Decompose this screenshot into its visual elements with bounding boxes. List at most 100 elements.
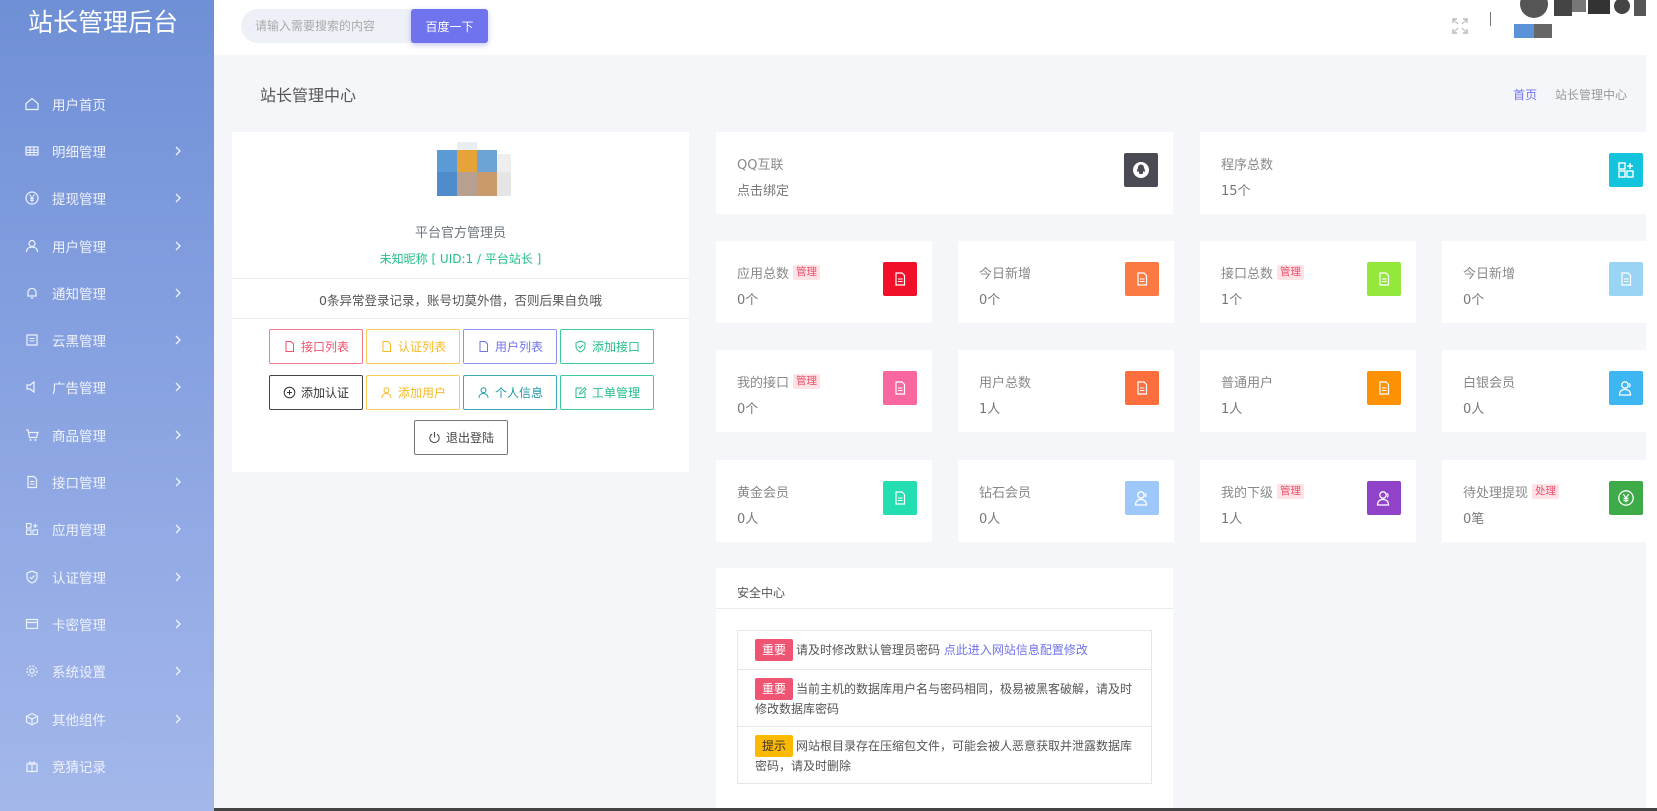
stat-value: 15个: [1221, 184, 1251, 199]
stat-card-withdraw[interactable]: 待处理提现 处理 0笔: [1442, 460, 1646, 542]
stat-title-text: 普通用户: [1221, 376, 1274, 391]
stat-card-today-new[interactable]: 今日新增 0个: [1442, 241, 1646, 323]
stat-value[interactable]: 点击绑定: [737, 180, 789, 199]
sidebar-item-auth[interactable]: 认证管理: [0, 553, 214, 600]
stat-card-qq[interactable]: QQ互联 点击绑定: [716, 132, 1173, 214]
user-avatar[interactable]: [1514, 0, 1657, 38]
stat-value: 0人: [1463, 402, 1485, 417]
user-icon: [478, 387, 489, 399]
document-icon: [883, 371, 917, 405]
stat-value: 0人: [737, 512, 759, 527]
stat-value: 0个: [979, 293, 1001, 308]
logout-button[interactable]: 退出登陆: [414, 420, 508, 455]
sidebar-nav: 用户首页 明细管理 提现管理 用户管理 通知管理 云黑管理 广告管理 商品管理 …: [0, 80, 214, 789]
api-list-button[interactable]: 接口列表: [269, 329, 363, 364]
divider: [716, 608, 1173, 609]
sidebar-item-notify[interactable]: 通知管理: [0, 269, 214, 316]
scrollbar[interactable]: [1646, 0, 1657, 811]
stat-card-silver[interactable]: 白银会员 0人: [1442, 350, 1646, 432]
breadcrumb-home-link[interactable]: 首页: [1513, 88, 1537, 102]
fullscreen-icon[interactable]: [1450, 16, 1470, 36]
stat-title-text: 接口总数: [1221, 267, 1274, 282]
security-list: 重要 请及时修改默认管理员密码 点此进入网站信息配置修改 重要 当前主机的数据库用户…: [737, 630, 1152, 784]
sidebar-item-details[interactable]: 明细管理: [0, 127, 214, 174]
stat-card-apis[interactable]: 接口总数 管理 1个: [1200, 241, 1416, 323]
stat-value: 0个: [737, 402, 759, 417]
auth-list-button[interactable]: 认证列表: [366, 329, 460, 364]
stat-card-programs[interactable]: 程序总数 15个: [1200, 132, 1646, 214]
manage-badge[interactable]: 管理: [1277, 265, 1305, 280]
sidebar-item-label: 广告管理: [52, 381, 106, 398]
plus-circle-icon: [283, 386, 296, 399]
stat-value: 0人: [979, 512, 1001, 527]
search-button[interactable]: 百度一下: [411, 9, 488, 43]
document-icon: [285, 341, 294, 352]
sidebar-item-settings[interactable]: 系统设置: [0, 648, 214, 695]
profile-name: 平台官方管理员: [414, 226, 506, 241]
sidebar-item-components[interactable]: 其他组件: [0, 695, 214, 742]
button-label: 工单管理: [591, 386, 640, 400]
stat-title-text: 程序总数: [1221, 158, 1274, 173]
sidebar-item-api[interactable]: 接口管理: [0, 458, 214, 505]
security-text: 网站根目录存在压缩包文件，可能会被人恶意获取并泄露数据库密码，请及时删除: [755, 739, 1133, 773]
add-api-button[interactable]: 添加接口: [560, 329, 654, 364]
stat-card-subordinates[interactable]: 我的下级 管理 1人: [1200, 460, 1416, 542]
chevron-right-icon: [172, 713, 184, 725]
list-icon: [24, 143, 40, 159]
ticket-manage-button[interactable]: 工单管理: [560, 375, 654, 410]
sidebar-item-home[interactable]: 用户首页: [0, 80, 214, 127]
stat-card-apps[interactable]: 应用总数 管理 0个: [716, 241, 932, 323]
site-config-link[interactable]: 点此进入网站信息配置修改: [944, 643, 1088, 657]
stat-card-today-new[interactable]: 今日新增 0个: [958, 241, 1174, 323]
stat-title: 用户总数: [979, 372, 1031, 391]
sidebar-item-users[interactable]: 用户管理: [0, 222, 214, 269]
add-auth-button[interactable]: 添加认证: [269, 375, 363, 410]
qq-icon: [1124, 153, 1158, 187]
button-label: 添加认证: [300, 386, 349, 400]
process-badge[interactable]: 处理: [1532, 484, 1560, 499]
stat-title: 今日新增: [979, 263, 1031, 282]
stat-card-my-apis[interactable]: 我的接口 管理 0个: [716, 350, 932, 432]
document-icon: [1125, 262, 1159, 296]
document-icon: [479, 341, 488, 352]
home-icon: [24, 96, 40, 112]
sidebar-item-products[interactable]: 商品管理: [0, 411, 214, 458]
stat-card-total-users[interactable]: 用户总数 1人: [958, 350, 1174, 432]
sidebar-item-guess[interactable]: 竞猜记录: [0, 742, 214, 789]
sidebar-item-label: 明细管理: [52, 144, 106, 161]
stat-value: 1人: [1221, 512, 1243, 527]
stat-card-normal-users[interactable]: 普通用户 1人: [1200, 350, 1416, 432]
manage-badge[interactable]: 管理: [793, 265, 821, 280]
stat-title: 接口总数 管理: [1221, 263, 1305, 282]
stat-card-gold[interactable]: 黄金会员 0人: [716, 460, 932, 542]
brand-title: 站长管理后台: [28, 8, 179, 37]
sidebar-item-withdraw[interactable]: 提现管理: [0, 175, 214, 222]
manage-badge[interactable]: 管理: [793, 374, 821, 389]
button-label: 用户列表: [494, 340, 543, 354]
stat-title: 普通用户: [1221, 372, 1273, 391]
manage-badge[interactable]: 管理: [1277, 484, 1305, 499]
sidebar-item-label: 用户管理: [52, 239, 106, 256]
chevron-right-icon: [172, 429, 184, 441]
yen-icon: [24, 190, 40, 206]
chevron-right-icon: [172, 523, 184, 535]
personal-info-button[interactable]: 个人信息: [463, 375, 557, 410]
button-label: 退出登陆: [445, 431, 494, 445]
button-label: 认证列表: [397, 340, 446, 354]
stat-card-diamond[interactable]: 钻石会员 0人: [958, 460, 1174, 542]
sidebar-item-label: 商品管理: [52, 428, 106, 445]
search-input[interactable]: [241, 9, 411, 43]
stat-title: QQ互联: [737, 154, 783, 173]
add-user-button[interactable]: 添加用户: [366, 375, 460, 410]
sidebar-item-label: 系统设置: [52, 665, 106, 682]
shield-icon: [575, 340, 586, 353]
chevron-right-icon: [172, 240, 184, 252]
sidebar-item-label: 认证管理: [52, 570, 106, 587]
sidebar-item-apps[interactable]: 应用管理: [0, 506, 214, 553]
user-icon: [381, 387, 392, 399]
sidebar-item-cloud-black[interactable]: 云黑管理: [0, 316, 214, 363]
sidebar-item-ads[interactable]: 广告管理: [0, 364, 214, 411]
sidebar-item-cards[interactable]: 卡密管理: [0, 600, 214, 647]
document-icon: [382, 341, 391, 352]
user-list-button[interactable]: 用户列表: [463, 329, 557, 364]
